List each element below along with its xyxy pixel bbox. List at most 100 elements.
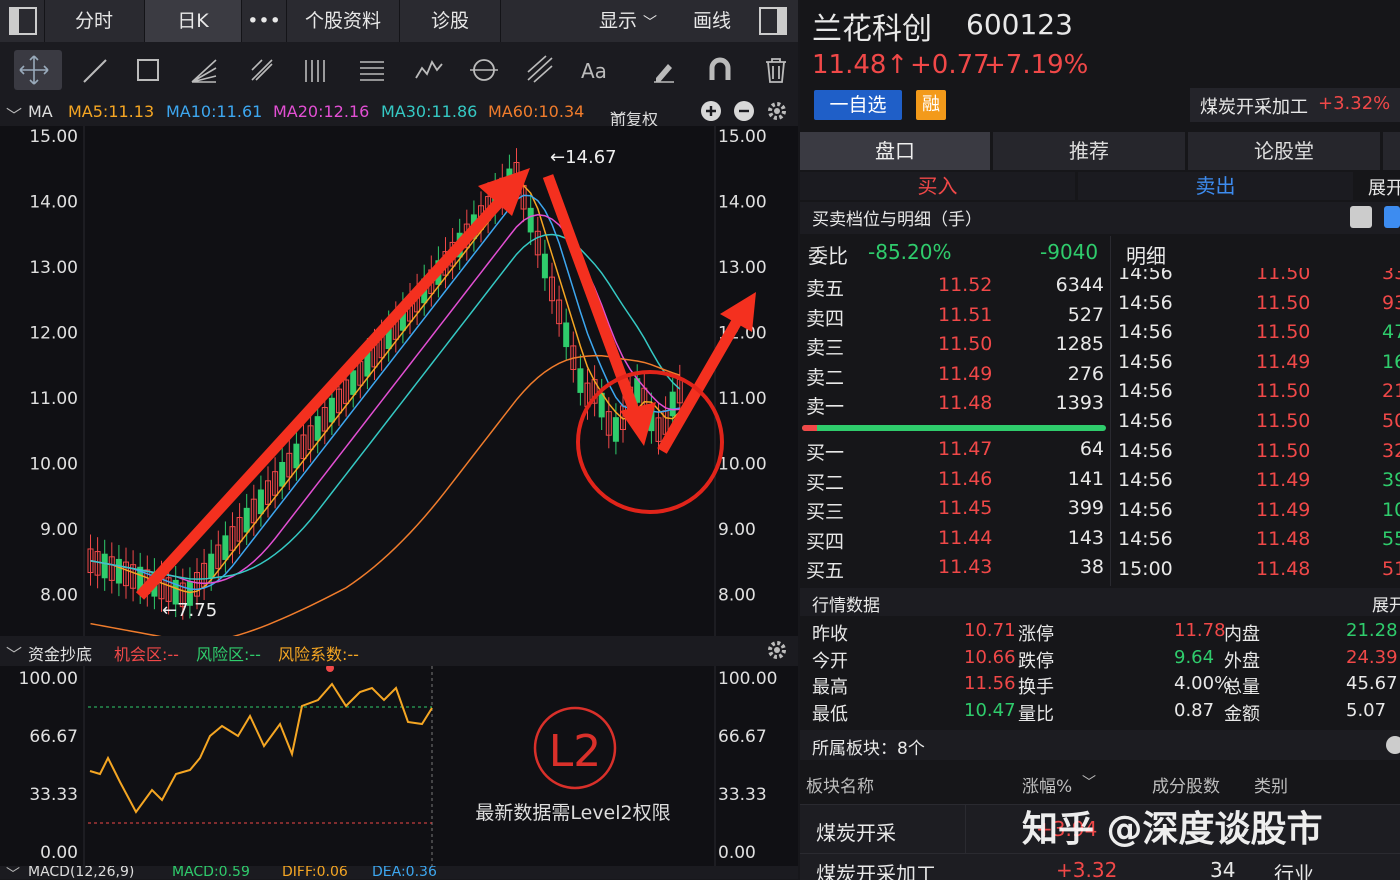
indicator-chevron-icon[interactable]: ﹀ <box>6 641 22 665</box>
tab-forum[interactable]: 论股堂 <box>1188 132 1380 170</box>
quote-v2: 4.00% <box>1174 673 1232 694</box>
five-level-icon[interactable] <box>1384 206 1400 228</box>
ratio-diff: -9040 <box>1040 240 1099 264</box>
sidebar-toggle-icon[interactable] <box>0 0 45 42</box>
tick-time: 15:00 <box>1118 558 1173 580</box>
quote-v1: 10.71 <box>964 620 1016 641</box>
tick-volume: 101 <box>1382 498 1400 521</box>
sector-chip[interactable]: 煤炭开采加工 +3.32% <box>1190 88 1400 122</box>
collapse-chevron-icon[interactable]: ﹀ <box>6 102 22 126</box>
tick-row: 14:56 11.50 50 <box>1118 408 1400 438</box>
y-tick-label: 15.00 <box>29 127 78 147</box>
col-sector-type[interactable]: 类别 <box>1254 772 1288 797</box>
settings-gear-icon[interactable] <box>766 100 788 126</box>
level2-icon[interactable] <box>1350 206 1372 228</box>
magnet-icon[interactable] <box>700 50 740 90</box>
tab-overflow[interactable] <box>1383 132 1400 170</box>
quote-l1: 昨收 <box>812 624 848 645</box>
sell-tab-label: 卖出 <box>1195 174 1236 198</box>
fan-tool-icon[interactable] <box>184 50 224 90</box>
sub-y-tick-label: 100.00 <box>19 669 78 689</box>
indicator-name[interactable]: 资金抄底 <box>28 641 92 665</box>
sub-y-tick-label-right: 33.33 <box>718 785 767 805</box>
sort-chevron-icon[interactable]: ﹀ <box>1082 772 1096 792</box>
tab-order-book[interactable]: 盘口 <box>800 132 990 170</box>
add-watchlist-button[interactable]: 一自选 <box>814 90 902 120</box>
zoom-out-icon[interactable] <box>733 100 755 126</box>
tab-more[interactable]: ••• <box>242 0 287 42</box>
tab-intraday[interactable]: 分时 <box>44 0 145 42</box>
quote-v2: 9.64 <box>1174 646 1215 668</box>
tick-time: 14:56 <box>1118 380 1173 403</box>
draw-line-button[interactable]: 画线 <box>676 0 748 42</box>
quote-l1: 最低 <box>812 703 848 725</box>
risk-coef: 风险系数:-- <box>278 645 359 664</box>
move-icon[interactable] <box>14 50 62 90</box>
quote-v1: 11.56 <box>964 673 1016 694</box>
info-icon[interactable] <box>1386 736 1400 754</box>
display-menu[interactable]: 显示 ﹀ <box>582 0 674 42</box>
tick-price: 11.49 <box>1256 469 1311 492</box>
risk-zone: 风险区:-- <box>196 645 261 664</box>
wave-tool-icon[interactable] <box>410 50 450 90</box>
zoom-in-icon[interactable] <box>700 100 722 126</box>
indicator-settings-icon[interactable] <box>766 639 788 665</box>
gann-tool-icon[interactable] <box>520 50 560 90</box>
quote-l3: 外盘 <box>1224 650 1260 672</box>
text-tool-icon[interactable]: Aa <box>576 50 616 90</box>
sell-tab[interactable]: 卖出 <box>1078 172 1353 200</box>
col-sector-name[interactable]: 板块名称 <box>806 772 874 797</box>
ratio-pct: -85.20% <box>868 240 952 264</box>
buy-tab[interactable]: 买入 <box>800 172 1075 200</box>
tick-price: 11.49 <box>1256 498 1311 521</box>
svg-text:Aa: Aa <box>581 59 607 83</box>
quote-v3: 5.07 <box>1346 699 1387 721</box>
high-price-marker: ←14.67 <box>550 147 617 168</box>
pitchfork-tool-icon[interactable] <box>242 50 282 90</box>
rect-tool-icon[interactable] <box>128 50 168 90</box>
tick-volume: 21 <box>1382 380 1400 403</box>
tick-row: 14:56 11.50 47 <box>1118 319 1400 349</box>
quote-expand[interactable]: 展开 <box>1372 591 1400 616</box>
ma10-value: MA10:11.61 <box>166 102 263 121</box>
eraser-icon[interactable] <box>644 50 684 90</box>
line-tool-icon[interactable] <box>76 50 116 90</box>
tick-time: 14:56 <box>1118 321 1173 344</box>
macd-chevron-icon[interactable]: ﹀ <box>6 866 20 879</box>
tick-volume: 93 <box>1382 291 1400 314</box>
parallel-lines-icon[interactable] <box>296 50 336 90</box>
l2-note[interactable]: 最新数据需Level2权限 <box>475 802 670 824</box>
fibonacci-icon[interactable] <box>352 50 392 90</box>
quote-row: 昨收 10.71 涨停 11.78 内盘 21.28 <box>806 620 1400 646</box>
cycle-tool-icon[interactable] <box>464 50 504 90</box>
tab-daily-k[interactable]: 日K <box>145 0 242 42</box>
watermark: 知乎 @深度谈股市 <box>1022 809 1323 850</box>
tick-volume: 16 <box>1382 350 1400 373</box>
chevron-down-icon: ﹀ <box>643 15 658 31</box>
quote-v3: 21.28 <box>1346 620 1398 641</box>
ratio-label: 委比 <box>808 244 848 268</box>
col-sector-pct[interactable]: 涨幅% <box>1022 772 1072 797</box>
trash-icon[interactable] <box>756 50 796 90</box>
tab-diagnosis[interactable]: 诊股 <box>400 0 501 42</box>
sector-row[interactable]: 煤炭开采加工 +3.32 34 行业 <box>800 853 1400 880</box>
sub-y-tick-label-right: 66.67 <box>718 727 767 747</box>
quote-l2: 换手 <box>1018 677 1054 698</box>
ma20-value: MA20:12.16 <box>273 102 370 121</box>
dea-value: DEA:0.36 <box>372 866 437 879</box>
fund-bottom-chart[interactable]: 100.00 66.67 33.33 0.00 100.00 66.67 33.33 0.0… <box>0 666 798 866</box>
quote-l1: 最高 <box>812 677 848 698</box>
expand-trade[interactable]: 展开 <box>1368 174 1400 200</box>
macd-name[interactable]: MACD(12,26,9) <box>28 866 134 879</box>
quote-v3: 45.67 <box>1346 673 1398 694</box>
y-tick-label: 8.00 <box>40 586 78 606</box>
quote-v2: 0.87 <box>1174 699 1215 721</box>
tab-stock-profile[interactable]: 个股资料 <box>287 0 400 42</box>
tab-recommend[interactable]: 推荐 <box>993 132 1185 170</box>
col-sector-count[interactable]: 成分股数 <box>1152 772 1220 797</box>
panel-toggle-icon[interactable] <box>752 0 796 42</box>
tick-row: 15:00 11.48 5140 <box>1118 556 1400 586</box>
quote-l2: 涨停 <box>1018 624 1054 645</box>
price-change: +0.77 <box>910 50 990 80</box>
orderbook-title-bar: 买卖档位与明细（手） <box>800 202 1400 234</box>
